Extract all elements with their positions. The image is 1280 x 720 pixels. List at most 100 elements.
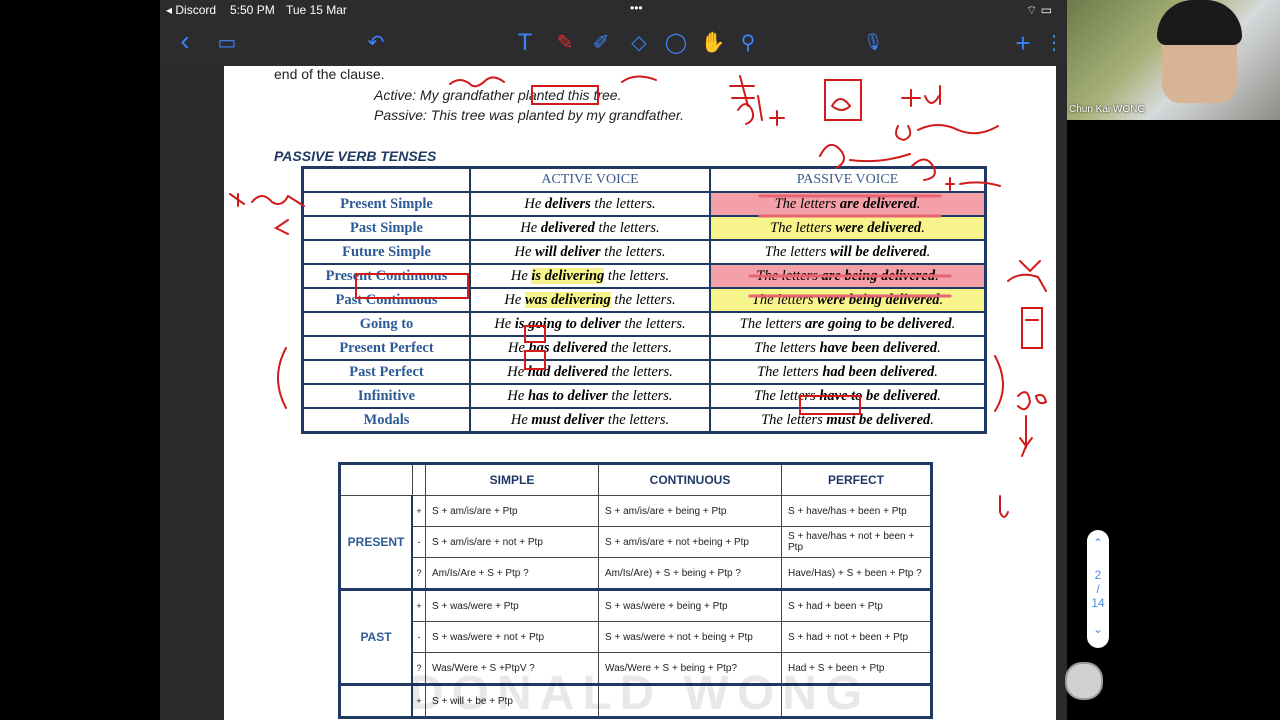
formula-simple: S + am/is/are + Ptp [425, 495, 599, 527]
mic-icon[interactable]: 🎙 [860, 30, 886, 56]
formula-perfect: S + have/has + not + been + Ptp [781, 526, 932, 558]
form-symbol: ? [411, 557, 426, 590]
verb: had been delivered [822, 363, 935, 380]
verb: delivered [540, 219, 595, 236]
document-page[interactable]: end of the clause. Active: My grandfathe… [224, 66, 1056, 720]
table-row: Present Simple He delivers the letters. Th… [301, 191, 987, 217]
table-row: Future Simple He will deliver the letters… [301, 239, 987, 265]
verb: were being delivered [817, 291, 940, 308]
text: the letters. [607, 339, 672, 356]
verb: had delivered [527, 363, 608, 380]
table-row: ? Am/Is/Are + S + Ptp ? Am/Is/Are) + S + b… [339, 557, 932, 590]
text: The letters [761, 411, 827, 428]
pages-icon[interactable]: ▭ [214, 30, 240, 56]
text: The letters [756, 267, 822, 284]
passive-sentence: The letters are delivered. [709, 191, 987, 217]
participant-hair [1157, 0, 1242, 45]
form-symbol: - [411, 621, 426, 653]
passive-sentence: The letters were being delivered. [709, 287, 987, 313]
text: He [494, 315, 515, 332]
active-sentence: He has delivered the letters. [469, 335, 711, 361]
text: He [510, 267, 532, 284]
add-icon[interactable]: + [1010, 30, 1036, 56]
section-title: PASSIVE VERB TENSES [274, 148, 437, 164]
tense-name: Infinitive [301, 383, 471, 409]
table-header: SIMPLE [425, 463, 599, 496]
more-icon[interactable]: ⋮ [1044, 30, 1064, 56]
formula-continuous: S + am/is/are + being + Ptp [598, 495, 782, 527]
text: He [504, 291, 525, 308]
text: the letters. [590, 195, 656, 212]
eraser-icon[interactable]: ◇ [626, 30, 652, 56]
text: The letters [774, 195, 840, 212]
text: the letters. [594, 219, 660, 236]
page-indicator[interactable]: ⌃ 2 / 14 ⌄ [1087, 530, 1109, 648]
shapes-icon[interactable]: ✋ [700, 30, 726, 56]
tense-name: Past Perfect [301, 359, 471, 385]
status-app: ◂ Discord [166, 3, 217, 17]
lasso-icon[interactable]: ◯ [663, 30, 689, 56]
pen-tool-icon[interactable]: ✎ [552, 30, 578, 56]
active-sentence: He delivers the letters. [469, 191, 711, 217]
zoom-fab[interactable] [1065, 662, 1103, 700]
verb: have been delivered [819, 339, 938, 356]
table-row: Modals He must deliver the letters. The le… [301, 407, 987, 434]
tense-name: Past Continuous [301, 287, 471, 313]
formula-continuous: S + was/were + not + being + Ptp [598, 621, 782, 653]
text: . [937, 339, 941, 356]
verb: are being delivered [821, 267, 936, 284]
highlighter-icon[interactable]: ✐ [588, 30, 614, 56]
active-sentence: He delivered the letters. [469, 215, 711, 241]
table-row: PRESENT + S + am/is/are + Ptp S + am/is/are… [339, 495, 932, 590]
text: The letters [770, 219, 836, 236]
status-bar: ◂ Discord 5:50 PM Tue 15 Mar ••• ⌔ ▭ [160, 0, 1067, 20]
participant-video[interactable]: Chun Kai WONG [1067, 0, 1280, 120]
passive-tense-table: ACTIVE VOICE PASSIVE VOICE Present Simpl… [301, 166, 987, 434]
active-sentence: He must deliver the letters. [469, 407, 711, 434]
formula-simple: Am/Is/Are + S + Ptp ? [425, 557, 599, 590]
text: He [520, 219, 541, 236]
verb: was delivering [524, 291, 611, 308]
text: He [507, 363, 528, 380]
formula-simple: S + am/is/are + not + Ptp [425, 526, 599, 558]
passive-sentence: The letters must be delivered. [709, 407, 987, 434]
verb: delivers [544, 195, 591, 212]
verb: is going to deliver [514, 315, 621, 332]
table-header: ACTIVE VOICE [469, 166, 711, 193]
current-page: 2 [1094, 568, 1102, 582]
page-down-icon[interactable]: ⌄ [1087, 622, 1109, 636]
search-icon[interactable]: ⚲ [735, 30, 761, 56]
text: the letters. [607, 363, 673, 380]
table-header: PERFECT [781, 463, 932, 496]
table-row: -S + am/is/are + not + Ptp S + am/is/are … [340, 526, 932, 558]
tense-group [339, 684, 413, 718]
formula-perfect: Have/Has) + S + been + Ptp ? [781, 557, 932, 590]
text: . [930, 411, 934, 428]
multitasking-dots[interactable]: ••• [630, 1, 643, 15]
text-tool-icon[interactable]: T [512, 30, 538, 56]
passive-sentence: The letters have been delivered. [709, 335, 987, 361]
undo-icon[interactable]: ↶ [363, 30, 389, 56]
page-up-icon[interactable]: ⌃ [1087, 530, 1109, 550]
document-viewport[interactable]: end of the clause. Active: My grandfathe… [160, 66, 1067, 720]
table-row: PAST + S + was/were + Ptp S + was/were + be… [339, 589, 932, 685]
text: He [510, 411, 532, 428]
formula-perfect: S + have/has + been + Ptp [781, 495, 932, 527]
passive-sentence: The letters are going to be delivered. [709, 311, 987, 337]
active-sentence: He was delivering the letters. [469, 287, 711, 313]
form-symbol: + [411, 495, 426, 527]
passive-sentence: The letters had been delivered. [709, 359, 987, 385]
text: the letters. [607, 387, 673, 404]
table-header [411, 463, 426, 496]
tense-group: PAST [339, 589, 413, 685]
text: The letters [751, 291, 818, 308]
participant-name: Chun Kai WONG [1069, 104, 1146, 115]
formula-simple: S + was/were + not + Ptp [425, 621, 599, 653]
passive-sentence: The letters will be delivered. [709, 239, 987, 265]
verb: are delivered [839, 195, 917, 212]
active-sentence: He will deliver the letters. [469, 239, 711, 265]
formula-simple: S + was/were + Ptp [425, 589, 599, 622]
text: . [934, 363, 938, 380]
text: He [514, 243, 536, 260]
back-icon[interactable]: ‹ [172, 27, 198, 56]
